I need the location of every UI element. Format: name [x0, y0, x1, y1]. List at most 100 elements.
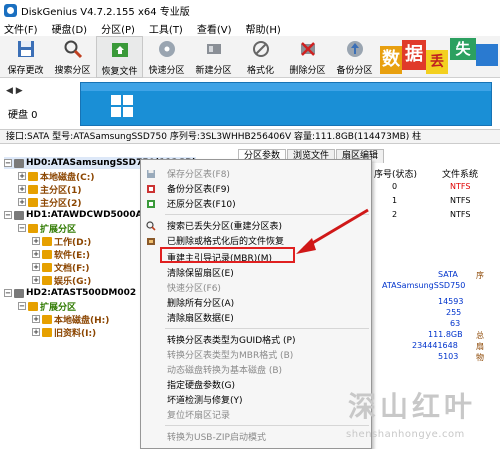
backup-icon	[145, 183, 156, 194]
menu-delete-all-partitions[interactable]: 删除所有分区(A)	[141, 295, 371, 310]
search-icon	[145, 220, 156, 231]
delete-partition-icon	[297, 38, 319, 60]
annotation-arrow-icon	[296, 208, 369, 254]
window-title: DiskGenius V4.7.2.155 x64 专业版	[21, 6, 190, 18]
extra-value: 5103	[438, 352, 459, 361]
disk-icon	[14, 158, 24, 168]
tree-item[interactable]: + 工作(D:)	[32, 235, 91, 248]
disk-partition-graphic[interactable]	[80, 82, 492, 126]
row-seq: 0	[392, 182, 398, 191]
watermark-big: 深山红叶	[348, 390, 477, 423]
search-partition-button[interactable]: 搜索分区	[49, 36, 96, 78]
side-label: 物	[476, 353, 484, 362]
row-seq: 2	[392, 210, 398, 219]
disk-map-panel: ◀ ▶ 硬盘 0	[0, 78, 500, 130]
tree-hd2[interactable]: − HD2:ATAST500DM002	[4, 287, 136, 299]
menu-dynamic-to-basic[interactable]: 动态磁盘转换为基本磁盘 (B)	[141, 362, 371, 377]
menu-separator	[165, 425, 369, 426]
disk-tree: − HD0:ATASamsungSSD750(112GB) + 本地磁盘(C:) +…	[0, 145, 197, 449]
partition-icon	[28, 197, 38, 207]
model-value: ATASamsungSSD750	[382, 281, 466, 290]
recover-files-button[interactable]: 恢复文件	[96, 36, 143, 78]
menu-reset-bad-sector-record[interactable]: 复位坏扇区记录	[141, 407, 371, 422]
tree-extended[interactable]: − 扩展分区	[18, 300, 76, 313]
partition-icon	[42, 236, 52, 246]
tree-item[interactable]: + 本地磁盘(H:)	[32, 313, 109, 326]
tree-item[interactable]: + 本地磁盘(C:)	[18, 170, 94, 183]
tree-item[interactable]: + 娱乐(G:)	[32, 274, 91, 287]
row-fs: NTFS	[450, 182, 471, 191]
menu-tools[interactable]: 工具(T)	[149, 21, 183, 36]
delete-partition-button[interactable]: 删除分区	[284, 36, 331, 78]
partition-icon	[28, 171, 38, 181]
highlight-box	[160, 247, 295, 263]
partition-icon	[42, 262, 52, 272]
menu-partition[interactable]: 分区(P)	[101, 21, 135, 36]
format-button[interactable]: 格式化	[237, 36, 284, 78]
partition-icon	[28, 184, 38, 194]
save-icon	[145, 168, 156, 179]
disk-icon	[14, 210, 24, 220]
disk-info-bar: 接口:SATA 型号:ATASamsungSSD750 序列号:3SL3WHHB…	[0, 130, 500, 144]
menu-file[interactable]: 文件(F)	[4, 21, 38, 36]
recover-icon	[109, 39, 131, 61]
ad-tile-diu: 丢	[426, 50, 448, 74]
disk-stripe	[81, 83, 491, 91]
tree-item[interactable]: + 旧资料(I:)	[32, 326, 96, 339]
disk-nav-arrows[interactable]: ◀ ▶	[6, 86, 23, 96]
backup-partition-button[interactable]: 备份分区	[331, 36, 378, 78]
menu-convert-to-mbr[interactable]: 转换分区表类型为MBR格式 (B)	[141, 347, 371, 362]
disk-label: 硬盘 0	[8, 110, 38, 121]
menu-disk[interactable]: 硬盘(D)	[52, 21, 88, 36]
format-icon	[250, 38, 272, 60]
partition-icon	[42, 327, 52, 337]
quick-partition-button[interactable]: 快速分区	[143, 36, 190, 78]
disk-icon	[14, 288, 24, 298]
tree-item[interactable]: + 主分区(2)	[18, 196, 82, 209]
ad-tile-shi: 失	[450, 38, 476, 60]
quick-partition-icon	[156, 38, 178, 60]
tree-extended[interactable]: − 扩展分区	[18, 222, 76, 235]
menu-bad-sector-check[interactable]: 坏道检测与修复(Y)	[141, 392, 371, 407]
heads-value: 255	[446, 308, 462, 317]
menu-bar: 文件(F) 硬盘(D) 分区(P) 工具(T) 查看(V) 帮助(H)	[0, 20, 500, 36]
partition-icon	[42, 314, 52, 324]
menu-quick-partition[interactable]: 快速分区(F6)	[141, 280, 371, 295]
ad-tile-blue	[476, 44, 498, 66]
menu-separator	[165, 328, 369, 329]
menu-clear-reserved-sectors[interactable]: 清除保留扇区(E)	[141, 265, 371, 280]
save-changes-button[interactable]: 保存更改	[2, 36, 49, 78]
partition-icon	[42, 249, 52, 259]
tree-item[interactable]: + 文档(F:)	[32, 261, 89, 274]
menu-usb-zip-boot[interactable]: 转换为USB-ZIP启动模式	[141, 429, 371, 444]
side-label: 扇	[476, 342, 484, 351]
interface-value: SATA	[438, 270, 458, 279]
watermark-small: shenshanhongye.com	[346, 429, 465, 440]
menu-view[interactable]: 查看(V)	[197, 21, 232, 36]
ad-banner[interactable]: 数 据 丢 失	[380, 36, 500, 76]
new-partition-button[interactable]: 新建分区	[190, 36, 237, 78]
tree-item[interactable]: + 主分区(1)	[18, 183, 82, 196]
title-bar: DiskGenius V4.7.2.155 x64 专业版	[0, 0, 500, 20]
new-partition-icon	[203, 38, 225, 60]
seq-label: 序	[476, 271, 484, 280]
menu-specify-disk-params[interactable]: 指定硬盘参数(G)	[141, 377, 371, 392]
menu-save-partition-table[interactable]: 保存分区表(F8)	[141, 166, 371, 181]
disk-context-menu: 保存分区表(F8) 备份分区表(F9) 还原分区表(F10) 搜索已丢失分区(重…	[140, 159, 372, 449]
backup-partition-icon	[344, 38, 366, 60]
tree-item[interactable]: + 软件(E:)	[32, 248, 90, 261]
side-label: 总	[476, 331, 484, 340]
menu-backup-partition-table[interactable]: 备份分区表(F9)	[141, 181, 371, 196]
sectors-value: 63	[450, 319, 461, 328]
menu-clear-sector-data[interactable]: 清除扇区数据(E)	[141, 310, 371, 325]
save-icon	[15, 38, 37, 60]
partition-icon	[28, 223, 38, 233]
row-seq: 1	[392, 196, 398, 205]
total-sectors-value: 234441648	[412, 341, 458, 350]
menu-help[interactable]: 帮助(H)	[246, 21, 281, 36]
app-logo-icon	[4, 3, 17, 17]
menu-convert-to-guid[interactable]: 转换分区表类型为GUID格式 (P)	[141, 332, 371, 347]
search-icon	[62, 38, 84, 60]
partition-icon	[28, 301, 38, 311]
cylinders-value: 14593	[438, 297, 464, 306]
